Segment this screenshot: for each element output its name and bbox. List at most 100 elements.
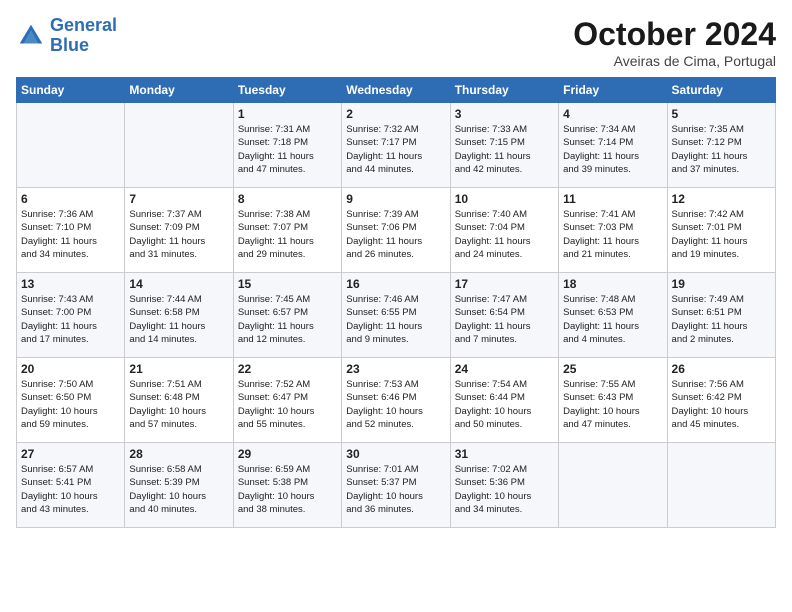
day-number: 20 bbox=[21, 362, 120, 376]
calendar-cell: 10Sunrise: 7:40 AM Sunset: 7:04 PM Dayli… bbox=[450, 188, 558, 273]
calendar-cell: 26 Sunrise: 7:56 AM Sunset: 6:42 PM Dayli… bbox=[667, 358, 775, 443]
day-number: 18 bbox=[563, 277, 662, 291]
weekday-header: Monday bbox=[125, 78, 233, 103]
day-info: Sunrise: 7:50 AM Sunset: 6:50 PM Dayligh… bbox=[21, 378, 120, 431]
day-number: 6 bbox=[21, 192, 120, 206]
location-subtitle: Aveiras de Cima, Portugal bbox=[573, 53, 776, 69]
calendar-cell bbox=[125, 103, 233, 188]
day-number: 3 bbox=[455, 107, 554, 121]
calendar-cell: 9 Sunrise: 7:39 AM Sunset: 7:06 PM Daylig… bbox=[342, 188, 450, 273]
calendar-cell: 27 Sunrise: 6:57 AM Sunset: 5:41 PM Dayli… bbox=[17, 443, 125, 528]
day-info: Sunrise: 7:52 AM Sunset: 6:47 PM Dayligh… bbox=[238, 378, 337, 431]
day-info: Sunrise: 7:32 AM Sunset: 7:17 PM Dayligh… bbox=[346, 123, 445, 176]
calendar-week-row: 13Sunrise: 7:43 AM Sunset: 7:00 PM Dayli… bbox=[17, 273, 776, 358]
calendar-cell: 7 Sunrise: 7:37 AM Sunset: 7:09 PM Daylig… bbox=[125, 188, 233, 273]
calendar-cell bbox=[17, 103, 125, 188]
day-number: 11 bbox=[563, 192, 662, 206]
day-number: 28 bbox=[129, 447, 228, 461]
calendar-cell: 15 Sunrise: 7:45 AM Sunset: 6:57 PM Dayli… bbox=[233, 273, 341, 358]
day-number: 2 bbox=[346, 107, 445, 121]
day-info: Sunrise: 7:46 AM Sunset: 6:55 PM Dayligh… bbox=[346, 293, 445, 346]
logo-line2: Blue bbox=[50, 35, 89, 55]
day-number: 4 bbox=[563, 107, 662, 121]
weekday-header: Thursday bbox=[450, 78, 558, 103]
calendar-cell: 30Sunrise: 7:01 AM Sunset: 5:37 PM Dayli… bbox=[342, 443, 450, 528]
calendar-cell: 29Sunrise: 6:59 AM Sunset: 5:38 PM Dayli… bbox=[233, 443, 341, 528]
day-info: Sunrise: 7:39 AM Sunset: 7:06 PM Dayligh… bbox=[346, 208, 445, 261]
calendar-week-row: 6 Sunrise: 7:36 AM Sunset: 7:10 PM Daylig… bbox=[17, 188, 776, 273]
day-number: 23 bbox=[346, 362, 445, 376]
calendar-cell: 1 Sunrise: 7:31 AM Sunset: 7:18 PM Daylig… bbox=[233, 103, 341, 188]
day-number: 9 bbox=[346, 192, 445, 206]
day-info: Sunrise: 7:38 AM Sunset: 7:07 PM Dayligh… bbox=[238, 208, 337, 261]
calendar-cell: 20 Sunrise: 7:50 AM Sunset: 6:50 PM Dayli… bbox=[17, 358, 125, 443]
day-info: Sunrise: 7:47 AM Sunset: 6:54 PM Dayligh… bbox=[455, 293, 554, 346]
day-info: Sunrise: 7:43 AM Sunset: 7:00 PM Dayligh… bbox=[21, 293, 120, 346]
day-number: 5 bbox=[672, 107, 771, 121]
weekday-header: Tuesday bbox=[233, 78, 341, 103]
calendar-table: SundayMondayTuesdayWednesdayThursdayFrid… bbox=[16, 77, 776, 528]
day-number: 7 bbox=[129, 192, 228, 206]
logo-line1: General bbox=[50, 15, 117, 35]
calendar-cell: 8 Sunrise: 7:38 AM Sunset: 7:07 PM Daylig… bbox=[233, 188, 341, 273]
day-number: 8 bbox=[238, 192, 337, 206]
weekday-header: Sunday bbox=[17, 78, 125, 103]
calendar-cell: 13Sunrise: 7:43 AM Sunset: 7:00 PM Dayli… bbox=[17, 273, 125, 358]
calendar-cell: 5 Sunrise: 7:35 AM Sunset: 7:12 PM Daylig… bbox=[667, 103, 775, 188]
day-number: 15 bbox=[238, 277, 337, 291]
calendar-cell: 11 Sunrise: 7:41 AM Sunset: 7:03 PM Dayli… bbox=[559, 188, 667, 273]
calendar-cell: 18 Sunrise: 7:48 AM Sunset: 6:53 PM Dayli… bbox=[559, 273, 667, 358]
day-info: Sunrise: 7:02 AM Sunset: 5:36 PM Dayligh… bbox=[455, 463, 554, 516]
day-info: Sunrise: 7:31 AM Sunset: 7:18 PM Dayligh… bbox=[238, 123, 337, 176]
calendar-cell bbox=[559, 443, 667, 528]
calendar-cell: 19Sunrise: 7:49 AM Sunset: 6:51 PM Dayli… bbox=[667, 273, 775, 358]
calendar-cell: 4 Sunrise: 7:34 AM Sunset: 7:14 PM Daylig… bbox=[559, 103, 667, 188]
day-number: 31 bbox=[455, 447, 554, 461]
day-info: Sunrise: 7:49 AM Sunset: 6:51 PM Dayligh… bbox=[672, 293, 771, 346]
calendar-cell: 24Sunrise: 7:54 AM Sunset: 6:44 PM Dayli… bbox=[450, 358, 558, 443]
day-info: Sunrise: 7:48 AM Sunset: 6:53 PM Dayligh… bbox=[563, 293, 662, 346]
weekday-header: Saturday bbox=[667, 78, 775, 103]
logo: General Blue bbox=[16, 16, 117, 56]
calendar-cell: 17 Sunrise: 7:47 AM Sunset: 6:54 PM Dayli… bbox=[450, 273, 558, 358]
day-info: Sunrise: 7:36 AM Sunset: 7:10 PM Dayligh… bbox=[21, 208, 120, 261]
calendar-cell: 22Sunrise: 7:52 AM Sunset: 6:47 PM Dayli… bbox=[233, 358, 341, 443]
day-info: Sunrise: 7:55 AM Sunset: 6:43 PM Dayligh… bbox=[563, 378, 662, 431]
weekday-header: Wednesday bbox=[342, 78, 450, 103]
calendar-cell: 2 Sunrise: 7:32 AM Sunset: 7:17 PM Daylig… bbox=[342, 103, 450, 188]
day-number: 26 bbox=[672, 362, 771, 376]
weekday-header: Friday bbox=[559, 78, 667, 103]
day-info: Sunrise: 7:45 AM Sunset: 6:57 PM Dayligh… bbox=[238, 293, 337, 346]
calendar-cell: 25 Sunrise: 7:55 AM Sunset: 6:43 PM Dayli… bbox=[559, 358, 667, 443]
page-header: General Blue October 2024 Aveiras de Cim… bbox=[16, 16, 776, 69]
logo-text: General Blue bbox=[50, 16, 117, 56]
day-info: Sunrise: 7:42 AM Sunset: 7:01 PM Dayligh… bbox=[672, 208, 771, 261]
day-number: 21 bbox=[129, 362, 228, 376]
day-number: 1 bbox=[238, 107, 337, 121]
day-info: Sunrise: 7:56 AM Sunset: 6:42 PM Dayligh… bbox=[672, 378, 771, 431]
day-number: 17 bbox=[455, 277, 554, 291]
day-info: Sunrise: 7:44 AM Sunset: 6:58 PM Dayligh… bbox=[129, 293, 228, 346]
day-number: 25 bbox=[563, 362, 662, 376]
day-number: 29 bbox=[238, 447, 337, 461]
day-number: 30 bbox=[346, 447, 445, 461]
day-info: Sunrise: 7:35 AM Sunset: 7:12 PM Dayligh… bbox=[672, 123, 771, 176]
month-title: October 2024 bbox=[573, 16, 776, 53]
calendar-week-row: 27 Sunrise: 6:57 AM Sunset: 5:41 PM Dayli… bbox=[17, 443, 776, 528]
logo-icon bbox=[16, 21, 46, 51]
day-info: Sunrise: 7:51 AM Sunset: 6:48 PM Dayligh… bbox=[129, 378, 228, 431]
day-info: Sunrise: 7:41 AM Sunset: 7:03 PM Dayligh… bbox=[563, 208, 662, 261]
calendar-cell: 21 Sunrise: 7:51 AM Sunset: 6:48 PM Dayli… bbox=[125, 358, 233, 443]
day-number: 14 bbox=[129, 277, 228, 291]
day-number: 24 bbox=[455, 362, 554, 376]
weekday-header-row: SundayMondayTuesdayWednesdayThursdayFrid… bbox=[17, 78, 776, 103]
day-number: 27 bbox=[21, 447, 120, 461]
calendar-week-row: 1 Sunrise: 7:31 AM Sunset: 7:18 PM Daylig… bbox=[17, 103, 776, 188]
day-info: Sunrise: 6:58 AM Sunset: 5:39 PM Dayligh… bbox=[129, 463, 228, 516]
day-info: Sunrise: 7:37 AM Sunset: 7:09 PM Dayligh… bbox=[129, 208, 228, 261]
day-info: Sunrise: 7:34 AM Sunset: 7:14 PM Dayligh… bbox=[563, 123, 662, 176]
calendar-cell: 23Sunrise: 7:53 AM Sunset: 6:46 PM Dayli… bbox=[342, 358, 450, 443]
day-info: Sunrise: 6:57 AM Sunset: 5:41 PM Dayligh… bbox=[21, 463, 120, 516]
calendar-cell bbox=[667, 443, 775, 528]
calendar-cell: 12Sunrise: 7:42 AM Sunset: 7:01 PM Dayli… bbox=[667, 188, 775, 273]
